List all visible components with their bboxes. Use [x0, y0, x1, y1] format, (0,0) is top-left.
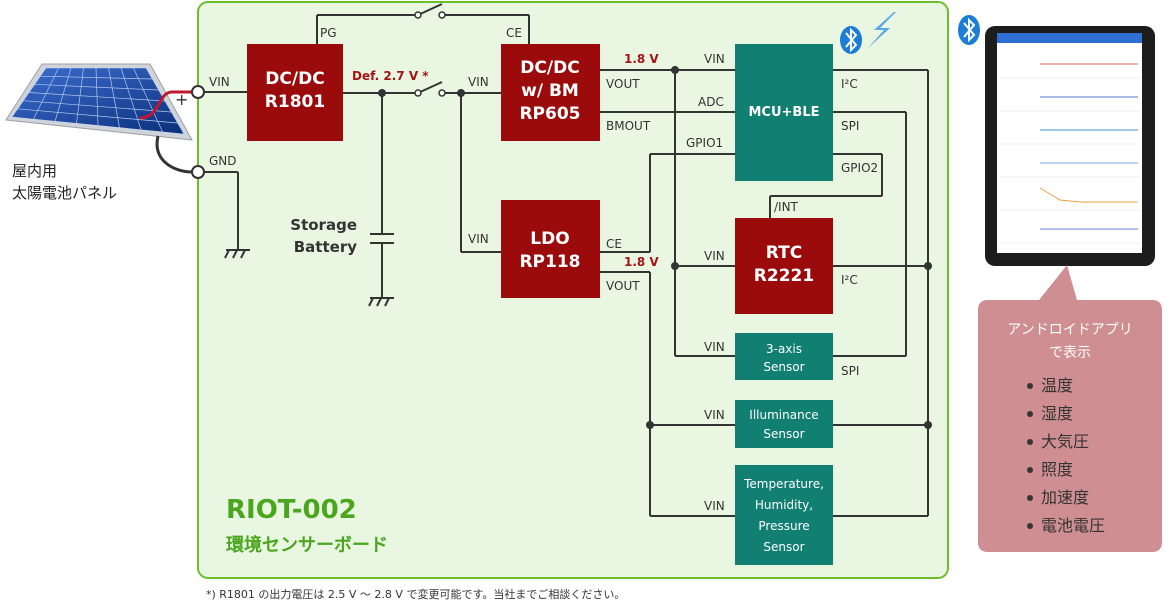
pin-i2c-rtc: I²C: [841, 273, 858, 287]
pin-spi-mcu: SPI: [841, 119, 859, 133]
pin-vin-mcu: VIN: [704, 52, 725, 66]
callout-item: 温度: [1041, 376, 1073, 395]
callout-item: 加速度: [1041, 488, 1089, 507]
pin-ce-ldo: CE: [606, 237, 622, 251]
def-voltage-label: Def. 2.7 V *: [352, 69, 429, 83]
pin-int: /INT: [774, 200, 799, 214]
chip-ldo-line-2: RP118: [519, 252, 580, 272]
chip-3axis-line-2: Sensor: [763, 360, 804, 374]
chip-illuminance-line-1: Illuminance: [749, 408, 818, 422]
chip-rtc-line-1: RTC: [766, 243, 802, 263]
chip-illuminance-line-2: Sensor: [763, 427, 804, 441]
pin-spi-3axis: SPI: [841, 364, 859, 378]
board-title: RIOT-002: [226, 495, 357, 525]
chip-ldo-line-1: LDO: [530, 229, 569, 249]
callout-bullet: [1027, 411, 1033, 417]
callout-bullet: [1027, 439, 1033, 445]
callout-bullet: [1027, 523, 1033, 529]
pin-bmout: BMOUT: [606, 119, 651, 133]
chip-mcu-label: MCU+BLE: [749, 105, 820, 120]
pin-pg: PG: [320, 26, 337, 40]
bluetooth-icon: [958, 15, 980, 45]
solar-panel-icon: [5, 63, 193, 141]
callout-item: 大気圧: [1041, 432, 1089, 451]
callout-line-2: で表示: [1049, 345, 1091, 361]
callout-item: 電池電圧: [1041, 516, 1105, 535]
pin-vin-rp605: VIN: [468, 75, 489, 89]
chip-dcdc-rp605-line-1: DC/DC: [520, 58, 579, 78]
callout-line-1: アンドロイドアプリ: [1007, 322, 1132, 338]
board-subtitle: 環境センサーボード: [226, 534, 388, 556]
diagram-canvas: RIOT-002 環境センサーボード + 屋内用 太陽電池パネル DC/DC R…: [5, 1, 1162, 601]
callout-bullet: [1027, 495, 1033, 501]
tablet-icon: [985, 26, 1155, 266]
chip-dcdc-r1801-line-2: R1801: [265, 92, 325, 112]
callout-item: 湿度: [1041, 404, 1073, 423]
block-diagram: RIOT-002 環境センサーボード + 屋内用 太陽電池パネル DC/DC R…: [0, 0, 1165, 604]
chip-thp-line-2: Humidity,: [755, 498, 813, 512]
panel-label-line-1: 屋内用: [12, 162, 57, 180]
footnote: *) R1801 の出力電圧は 2.5 V ～ 2.8 V で変更可能です。当社…: [206, 587, 625, 601]
vin-terminal: [191, 85, 205, 99]
chip-thp-line-1: Temperature,: [743, 477, 824, 491]
pin-ce-top: CE: [506, 26, 522, 40]
gnd-terminal: [191, 165, 205, 179]
chip-dcdc-rp605-line-3: RP605: [519, 104, 580, 124]
v18-label-ldo: 1.8 V: [624, 255, 659, 269]
pin-gpio2: GPIO2: [841, 161, 878, 175]
chip-thp-line-3: Pressure: [758, 519, 809, 533]
pin-vin-ldo: VIN: [468, 232, 489, 246]
pin-vin-main: VIN: [209, 75, 230, 89]
storage-battery-line-1: Storage: [290, 216, 357, 234]
callout-bullet: [1027, 467, 1033, 473]
pin-vout-rp605: VOUT: [606, 77, 640, 91]
chip-thp-line-4: Sensor: [763, 540, 804, 554]
pin-i2c-mcu: I²C: [841, 77, 858, 91]
chip-ldo-rp118: [501, 200, 600, 298]
pin-vin-3axis: VIN: [704, 340, 725, 354]
bluetooth-icon: [840, 26, 862, 54]
chip-dcdc-rp605-line-2: w/ BM: [521, 81, 579, 101]
panel-negative-cable: [155, 135, 193, 174]
chip-rtc-line-2: R2221: [754, 266, 814, 286]
pin-gnd: GND: [209, 154, 237, 168]
v18-label-top: 1.8 V: [624, 52, 659, 66]
callout-item: 照度: [1041, 460, 1073, 479]
pin-adc: ADC: [698, 95, 724, 109]
chip-3axis-line-1: 3-axis: [766, 342, 802, 356]
pin-gpio1: GPIO1: [686, 136, 723, 150]
chip-dcdc-r1801-line-1: DC/DC: [265, 69, 324, 89]
panel-label-line-2: 太陽電池パネル: [12, 184, 117, 202]
pin-vout-ldo: VOUT: [606, 279, 640, 293]
callout-bullet: [1027, 383, 1033, 389]
storage-battery-line-2: Battery: [294, 238, 357, 256]
pin-vin-rtc: VIN: [704, 249, 725, 263]
pin-vin-illuminance: VIN: [704, 408, 725, 422]
pin-vin-thp: VIN: [704, 499, 725, 513]
